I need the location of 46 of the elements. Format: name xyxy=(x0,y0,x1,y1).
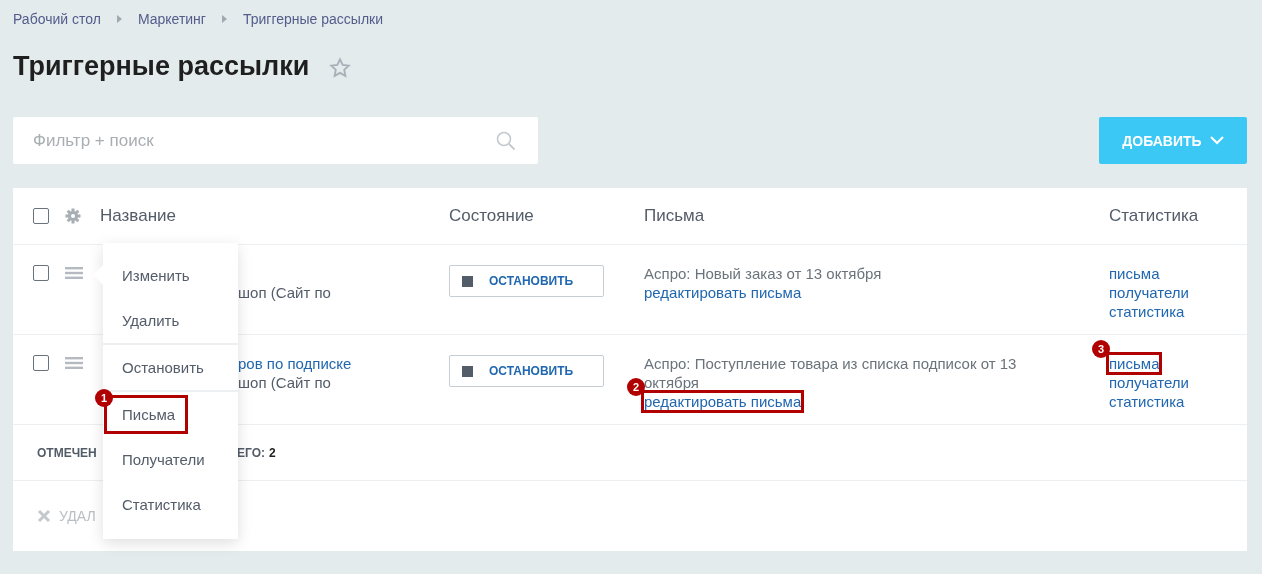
stats-link[interactable]: статистика xyxy=(1109,303,1185,320)
edit-letters-link[interactable]: редактировать письма xyxy=(644,284,802,301)
stats-link[interactable]: получатели xyxy=(1109,284,1189,301)
menu-item[interactable]: Удалить xyxy=(107,304,190,337)
column-header[interactable]: Состояние xyxy=(449,206,644,226)
letter-title: Аспро: Новый заказ от 13 октября xyxy=(644,264,882,283)
name-text: шоп (Сайт по xyxy=(238,373,332,392)
checkbox[interactable] xyxy=(33,208,49,224)
stats-link[interactable]: письма xyxy=(1109,265,1160,282)
menu-icon[interactable] xyxy=(65,357,83,369)
breadcrumb-link[interactable]: Рабочий стол xyxy=(13,11,101,27)
menu-item[interactable]: Изменить xyxy=(107,259,200,292)
search-icon xyxy=(496,131,516,151)
number-badge: 3 xyxy=(1092,340,1110,358)
gear-icon[interactable] xyxy=(65,208,81,224)
stop-button[interactable]: ОСТАНОВИТЬ xyxy=(449,355,604,387)
column-header[interactable]: Письма xyxy=(644,206,1109,226)
name-link[interactable]: ров по подписке xyxy=(238,354,449,373)
checkbox[interactable] xyxy=(33,355,49,371)
letter-title: Аспро: Поступление товара из списка подписок от 13 октября xyxy=(644,354,1018,392)
star-icon[interactable] xyxy=(329,57,352,79)
column-header[interactable]: Статистика xyxy=(1109,206,1247,226)
chevron-icon xyxy=(116,15,122,23)
checkbox[interactable] xyxy=(33,265,49,281)
column-header[interactable]: Название xyxy=(100,206,449,226)
page-title: Триггерные рассылки xyxy=(13,50,310,82)
breadcrumb-link[interactable]: Триггерные рассылки xyxy=(242,11,384,27)
menu-icon[interactable] xyxy=(65,267,83,279)
close-icon xyxy=(37,509,51,523)
menu-item[interactable]: Получатели xyxy=(107,443,215,476)
search-field[interactable]: Фильтр + поиск xyxy=(13,117,538,164)
total-count: 2 xyxy=(269,445,276,460)
stats-link[interactable]: статистика xyxy=(1109,393,1185,410)
breadcrumb-link[interactable]: Маркетинг xyxy=(137,11,206,27)
total-label: ЕГО: xyxy=(237,445,265,460)
menu-item[interactable]: Статистика xyxy=(107,488,211,521)
stats-link[interactable]: письма xyxy=(1109,355,1160,372)
stats-link[interactable]: получатели xyxy=(1109,374,1189,391)
menu-item[interactable]: Остановить xyxy=(107,351,214,384)
caret-icon xyxy=(1209,136,1224,145)
chevron-icon xyxy=(221,15,227,23)
name-text: шоп (Сайт по xyxy=(238,283,332,302)
stop-button[interactable]: ОСТАНОВИТЬ xyxy=(449,265,604,297)
selected-count-label: ОТМЕЧЕН xyxy=(37,445,98,460)
edit-letters-link[interactable]: редактировать письма xyxy=(644,393,802,410)
number-badge: 2 xyxy=(627,378,645,396)
